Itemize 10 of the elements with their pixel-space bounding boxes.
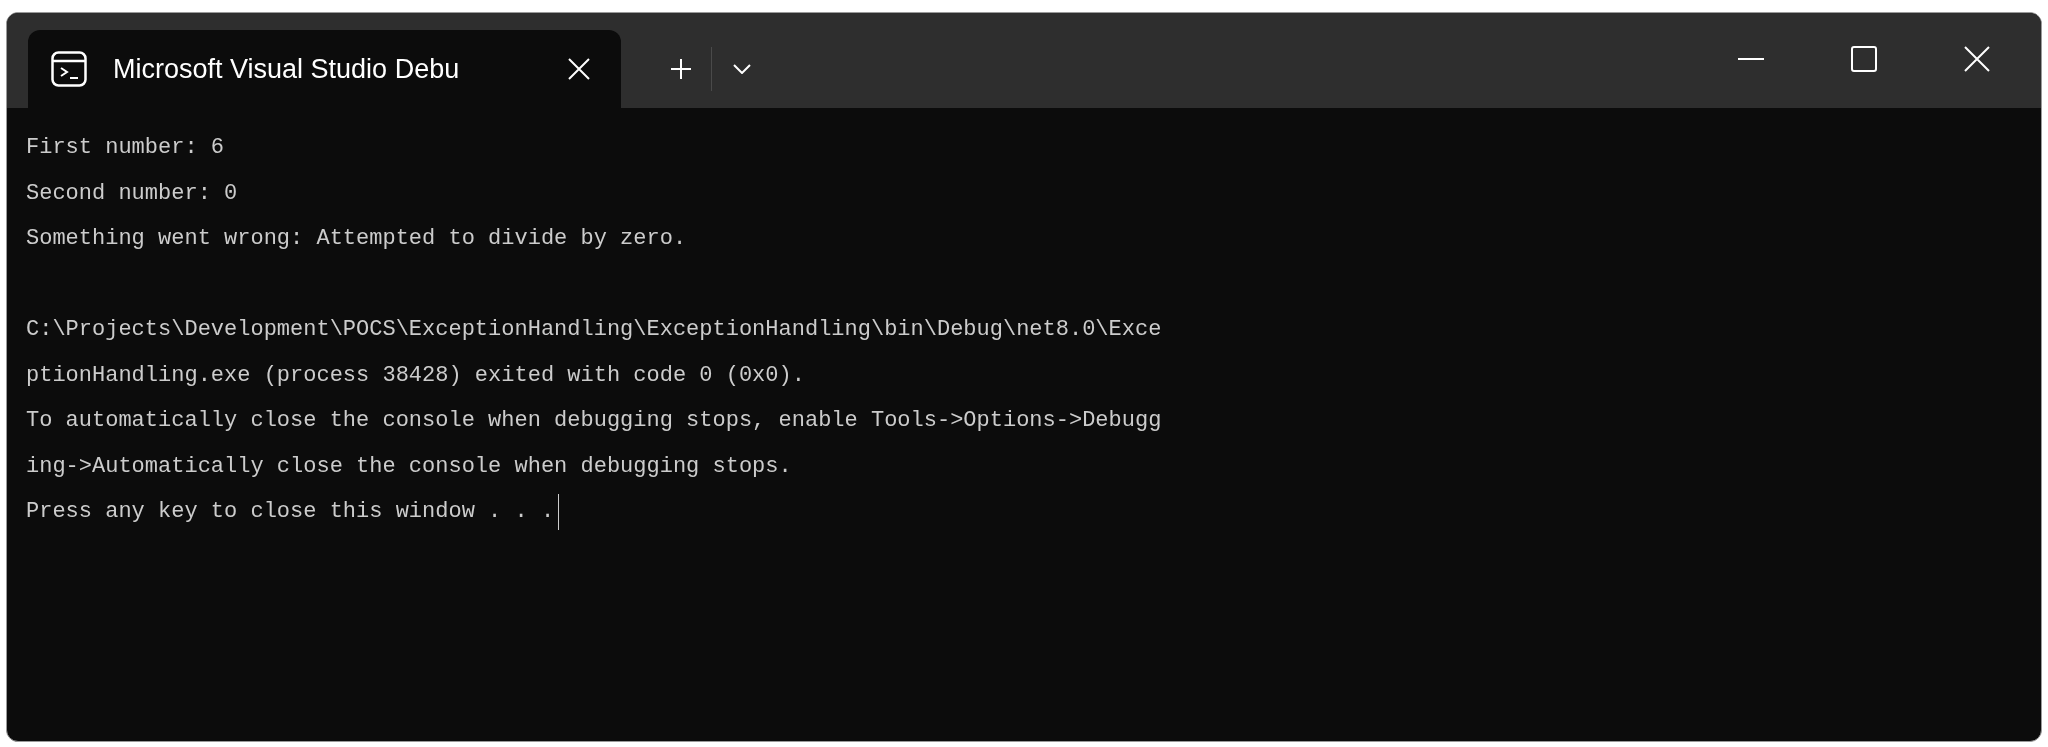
console-line: Second number: 0 xyxy=(26,179,238,208)
console-line: ptionHandling.exe (process 38428) exited with code 0 (0x0). xyxy=(26,361,805,390)
tab-title: Microsoft Visual Studio Debu xyxy=(113,52,461,86)
console-line: First number: 6 xyxy=(26,134,225,162)
console-line: C:\Projects\Development\POCS\ExceptionHandling\ExceptionHandling\bin\Debug\net8.0\Exce xyxy=(26,316,1162,344)
console-line: Press any key to close this window . . . xyxy=(26,498,555,526)
console-line: Something went wrong: Attempted to divide by zero. xyxy=(26,225,687,253)
tab[interactable]: Microsoft Visual Studio Debu xyxy=(28,30,621,108)
console-line: To automatically close the console when debugging stops, enable Tools->Options->Debugg xyxy=(26,407,1162,435)
console-line: ing->Automatically close the console when debugging stops. xyxy=(26,452,792,481)
